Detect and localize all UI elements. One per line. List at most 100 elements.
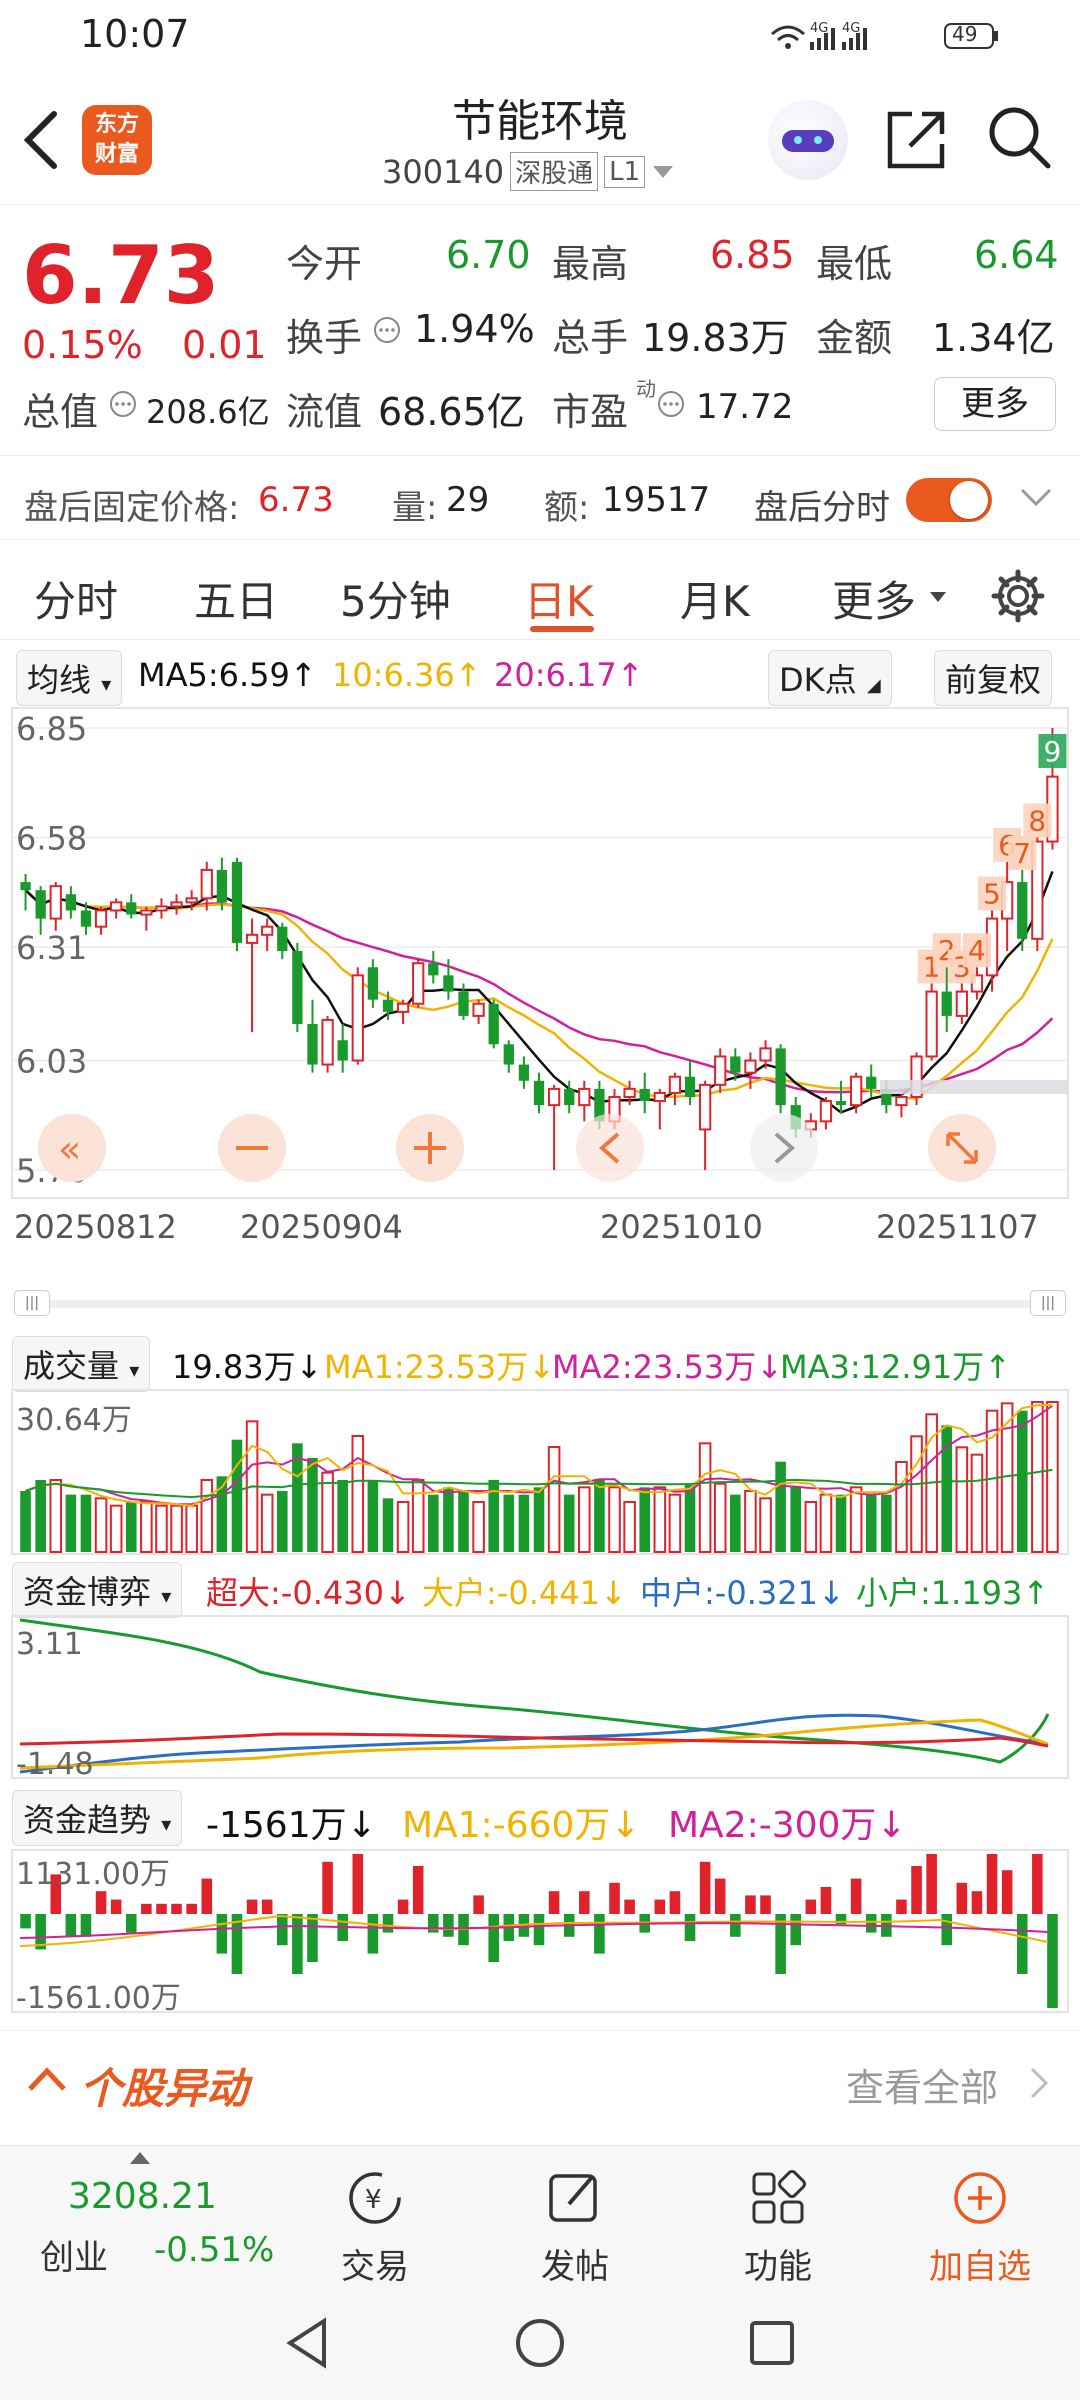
index-name[interactable]: 创业 [40, 2230, 108, 2279]
fullscreen-button[interactable] [928, 1114, 996, 1182]
candle [775, 1044, 786, 1114]
ma10-readout: 10:6.36↑ [332, 656, 482, 694]
zoom-in-button[interactable] [396, 1114, 464, 1182]
fund-trend-bar [1001, 1870, 1013, 1914]
open-value: 6.70 [446, 233, 531, 277]
indicator-select[interactable]: 均线 ▾ [16, 650, 123, 706]
fund-trend-bar [382, 1914, 394, 1933]
fund-trend-bar [548, 1891, 560, 1914]
nav-post[interactable]: 发帖 [505, 2166, 645, 2288]
fund-trend-bar [125, 1914, 137, 1933]
svg-text:¥: ¥ [365, 2185, 382, 2215]
volume-bar [533, 1487, 545, 1552]
tab-monthly-k[interactable]: 月K [680, 568, 750, 629]
candle [351, 967, 364, 1065]
nav-trade[interactable]: ¥ 交易 [305, 2166, 445, 2288]
after-hours-toggle[interactable] [906, 478, 992, 522]
float-value: 68.65亿 [378, 390, 525, 434]
index-value[interactable]: 3208.21 [68, 2176, 217, 2217]
fund-trend-bar [397, 1899, 409, 1914]
candle [110, 898, 123, 919]
nav-add-watch[interactable]: 加自选 [910, 2166, 1050, 2288]
tab-intraday[interactable]: 分时 [34, 568, 118, 629]
search-icon[interactable] [986, 104, 1054, 172]
candle [245, 918, 259, 1033]
tab-5min[interactable]: 5分钟 [340, 568, 451, 629]
more-button[interactable]: 更多 [934, 377, 1056, 431]
volume-bar [307, 1458, 318, 1552]
fund-trend-bar [352, 1854, 364, 1914]
system-recents-icon[interactable] [744, 2315, 800, 2371]
fund-game-chart[interactable]: 3.11 -1.48 [0, 1612, 1080, 1782]
step-left-button[interactable] [576, 1114, 644, 1182]
fund-small: 小户:1.193↑ [856, 1574, 1050, 1612]
candle [639, 1072, 650, 1114]
info-icon[interactable] [656, 389, 686, 419]
signal-label: 8 [1023, 803, 1052, 838]
app-logo[interactable]: 东方 财富 [82, 105, 152, 175]
chevron-down-icon[interactable] [1018, 486, 1054, 510]
system-back-icon[interactable] [280, 2315, 336, 2371]
volume-bar [35, 1480, 46, 1552]
nav-features[interactable]: 功能 [708, 2166, 848, 2288]
candle [684, 1060, 696, 1106]
fund-trend-bar [1016, 1914, 1028, 1974]
scroller-left-handle[interactable]: ||| [14, 1290, 50, 1316]
logo-line2: 财富 [94, 142, 139, 167]
candle [94, 906, 108, 935]
tab-more[interactable]: 更多 [832, 568, 916, 629]
ma20-readout: 20:6.17↑ [494, 656, 644, 694]
fund-trend-bar [1032, 1854, 1043, 1914]
kline-chart[interactable]: 123456789 6.856.586.316.035.76 202508122… [0, 700, 1080, 1280]
chevron-up-icon [28, 2067, 66, 2091]
tab-daily-k[interactable]: 日K [524, 568, 594, 629]
view-all-link[interactable]: 查看全部 [846, 2057, 998, 2112]
fund-trend-bar [609, 1882, 620, 1914]
volume-bar [804, 1501, 818, 1553]
info-icon[interactable] [372, 315, 402, 345]
pan-left-button[interactable]: « [38, 1114, 106, 1182]
amount-label: 金额 [816, 316, 893, 360]
back-icon[interactable] [22, 110, 62, 170]
fund-trend-bar [246, 1899, 258, 1914]
info-icon[interactable] [108, 389, 138, 419]
volume-indicator-select[interactable]: 成交量 ▾ [12, 1336, 151, 1392]
candle [35, 886, 46, 935]
pe-superscript: 动 [636, 377, 656, 401]
mktcap-value: 208.6亿 [146, 393, 270, 431]
low-value: 6.64 [974, 233, 1059, 277]
step-right-button[interactable] [750, 1114, 818, 1182]
range-scroller[interactable]: ||| ||| [14, 1290, 1066, 1316]
system-home-icon[interactable] [512, 2315, 568, 2371]
volume-bar [185, 1504, 198, 1553]
dropdown-icon[interactable] [651, 164, 675, 180]
volume-bar [1016, 1410, 1028, 1552]
bottom-navigation: 3208.21 创业 -0.51% ¥ 交易 发帖 功能 加自选 [0, 2145, 1080, 2288]
kline-candles [20, 728, 1059, 1170]
tab-five-day[interactable]: 五日 [194, 568, 278, 629]
fund-trend-bar [171, 1903, 182, 1914]
fund-game-select[interactable]: 资金博弈 ▾ [12, 1562, 183, 1618]
fund-trend-bar [684, 1914, 696, 1941]
index-change[interactable]: -0.51% [154, 2230, 274, 2270]
quote-panel: 6.73 0.15% 0.01 今开 6.70 最高 6.85 最低 6.64 … [0, 205, 1080, 455]
fund-trend-chart[interactable]: 1131.00万 -1561.00万 [0, 1846, 1080, 2016]
chart-tabs: 分时 五日 5分钟 日K 月K 更多 [0, 540, 1080, 640]
volume-chart[interactable]: 30.64万 [0, 1386, 1080, 1558]
fund-big-line [19, 1718, 1049, 1770]
share-icon[interactable] [884, 106, 950, 172]
signal-label: 4 [962, 933, 991, 968]
volume-bar [472, 1501, 485, 1553]
settings-gear-icon[interactable] [990, 568, 1046, 624]
scroller-right-handle[interactable]: ||| [1030, 1290, 1066, 1316]
fund-trend-header: 资金趋势 ▾ -1561万↓ MA1:-660万↓ MA2:-300万↓ [0, 1790, 1080, 1846]
dk-point-button[interactable]: DK点 ◢ [768, 650, 892, 706]
zoom-out-button[interactable] [218, 1114, 286, 1182]
fund-trend-select[interactable]: 资金趋势 ▾ [12, 1790, 183, 1846]
adjust-button[interactable]: 前复权 [934, 650, 1053, 706]
volume-bar [849, 1486, 863, 1553]
volume-bar [443, 1487, 454, 1552]
assistant-avatar[interactable] [768, 100, 848, 180]
fund-trend-bar [443, 1914, 454, 1937]
anomaly-row[interactable]: 个股异动 查看全部 [0, 2030, 1080, 2130]
